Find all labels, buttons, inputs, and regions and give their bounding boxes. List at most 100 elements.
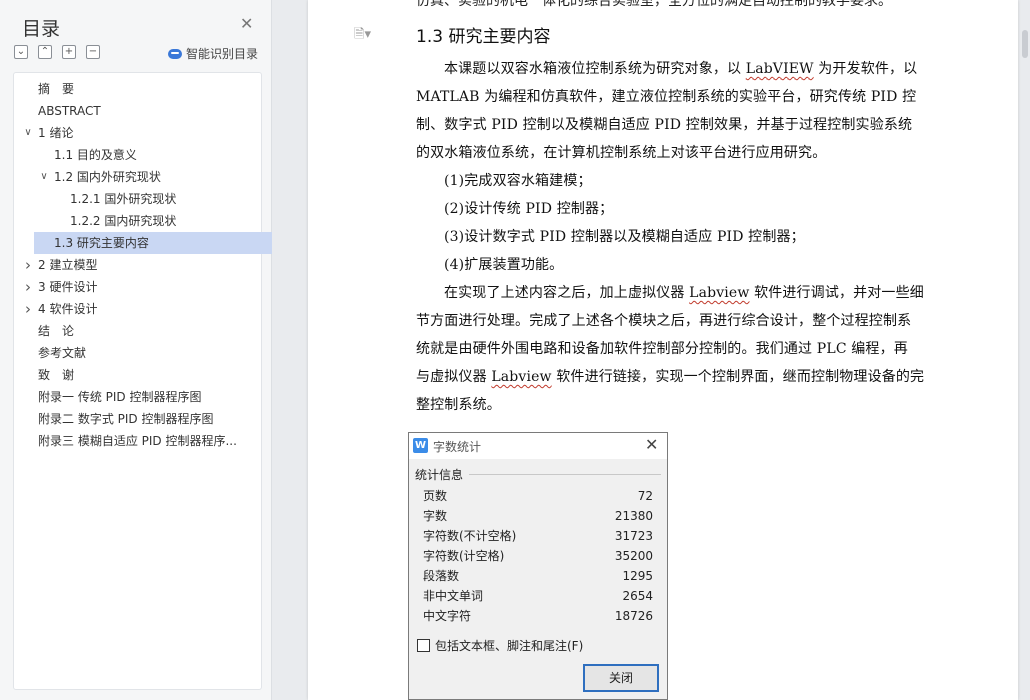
document-text-line: 制、数字式 PID 控制以及模糊自适应 PID 控制效果，并基于过程控制实验系统 <box>416 114 912 134</box>
text-run: 软件进行链接，实现一个控制界面，继而控制物理设备的完 <box>551 369 925 385</box>
chevron-down-icon[interactable]: ∨ <box>22 122 34 144</box>
stat-label: 中文字符 <box>423 609 472 623</box>
toc-item-label: 1.3 研究主要内容 <box>54 236 149 250</box>
toc-item-label: 结 论 <box>38 324 75 338</box>
stat-value: 72 <box>637 489 653 503</box>
text-run: MATLAB 为编程和仿真软件，建立液位控制系统的实验平台，研究传统 PID 控 <box>416 89 917 105</box>
text-run: (2)设计传统 PID 控制器； <box>444 201 614 217</box>
toc-item[interactable]: ∨ 1.2 国内外研究现状 <box>14 166 261 188</box>
stat-value: 1295 <box>622 569 653 583</box>
document-text-line: 在实现了上述内容之后，加上虚拟仪器 Labview 软件进行调试，并对一些细 <box>444 282 924 302</box>
stat-row: 字数 21380 <box>423 506 653 526</box>
toc-item-label: 2 建立模型 <box>38 258 98 272</box>
stat-value: 2654 <box>622 589 653 603</box>
toc-item-label: 1.2.2 国内研究现状 <box>70 214 177 228</box>
dialog-titlebar[interactable]: W 字数统计 ✕ <box>409 433 667 459</box>
toc-item[interactable]: 结 论 <box>14 320 261 342</box>
toc-item[interactable]: 1.1 目的及意义 <box>14 144 261 166</box>
paragraph-menu-icon[interactable]: 🗎▾ <box>354 25 371 47</box>
toc-item[interactable]: › 2 建立模型 <box>14 254 261 276</box>
checkbox-icon[interactable] <box>417 639 430 652</box>
text-run: 本课题以双容水箱液位控制系统为研究对象，以 <box>444 61 746 77</box>
expand-all-icon[interactable]: ⌄ <box>14 45 28 59</box>
text-run: 在实现了上述内容之后，加上虚拟仪器 <box>444 285 690 301</box>
text-run: 整控制系统。 <box>416 397 501 413</box>
smart-toc-label: 智能识别目录 <box>186 47 259 61</box>
toc-item-label: 1.1 目的及意义 <box>54 148 137 162</box>
document-text-line: MATLAB 为编程和仿真软件，建立液位控制系统的实验平台，研究传统 PID 控 <box>416 86 916 106</box>
toc-panel: 目录 ✕ ⌄ ⌃ + − 智能识别目录 摘 要 ABSTRACT ∨ 1 绪论 1.1 目的及… <box>0 0 274 700</box>
scrollbar-thumb[interactable] <box>1022 30 1028 58</box>
collapse-icon[interactable]: ⌃ <box>38 45 52 59</box>
stat-label: 字符数(计空格) <box>423 549 505 563</box>
add-icon[interactable]: + <box>62 45 76 59</box>
toc-item-label: 3 硬件设计 <box>38 280 98 294</box>
toc-item[interactable]: 附录二 数字式 PID 控制器程序图 <box>14 408 261 430</box>
text-run: (4)扩展装置功能。 <box>444 257 564 273</box>
stat-value: 35200 <box>614 549 653 563</box>
document-text-line: 与虚拟仪器 Labview 软件进行链接，实现一个控制界面，继而控制物理设备的完 <box>416 366 924 386</box>
stat-row: 中文字符 18726 <box>423 606 653 626</box>
include-textbox-checkbox[interactable]: 包括文本框、脚注和尾注(F) <box>417 637 583 654</box>
spellcheck-word: Labview <box>491 369 552 385</box>
text-run: (3)设计数字式 PID 控制器以及模糊自适应 PID 控制器； <box>444 229 805 245</box>
stat-label: 字符数(不计空格) <box>423 529 517 543</box>
stat-label: 非中文单词 <box>423 589 484 603</box>
toc-item[interactable]: › 4 软件设计 <box>14 298 261 320</box>
text-run: 为开发软件，以 <box>813 61 918 77</box>
document-text-line: 整控制系统。 <box>416 394 501 414</box>
document-text-line: 的双水箱液位系统，在计算机控制系统上对该平台进行应用研究。 <box>416 142 826 162</box>
toc-list: 摘 要 ABSTRACT ∨ 1 绪论 1.1 目的及意义 ∨ 1.2 国内外研究现状 1.2… <box>13 72 274 690</box>
chevron-down-icon[interactable]: ∨ <box>38 166 50 188</box>
stat-row: 页数 72 <box>423 486 653 506</box>
stat-value: 18726 <box>614 609 653 623</box>
chevron-right-icon[interactable]: › <box>22 276 34 298</box>
spellcheck-word: Labview <box>689 285 750 301</box>
smart-toc-button[interactable]: 智能识别目录 <box>168 45 258 62</box>
stat-value: 31723 <box>614 529 653 543</box>
toc-item[interactable]: 1.2.2 国内研究现状 <box>14 210 261 232</box>
checkbox-label: 包括文本框、脚注和尾注(F) <box>435 639 584 653</box>
stat-row: 字符数(不计空格) 31723 <box>423 526 653 546</box>
close-button[interactable]: 关闭 <box>583 664 659 692</box>
toc-item[interactable]: › 3 硬件设计 <box>14 276 261 298</box>
toc-item[interactable]: 1.2.1 国外研究现状 <box>14 188 261 210</box>
toc-item-label: 1.2 国内外研究现状 <box>54 170 161 184</box>
text-run: 节方面进行处理。完成了上述各个模块之后，再进行综合设计，整个过程控制系 <box>416 313 912 329</box>
document-text-line: (4)扩展装置功能。 <box>444 254 563 274</box>
document-text-line: 统就是由硬件外围电路和设备加软件控制部分控制的。我们通过 PLC 编程，再 <box>416 338 908 358</box>
toc-item[interactable]: 1.3 研究主要内容 <box>34 232 274 254</box>
stat-label: 字数 <box>423 509 448 523</box>
stat-label: 页数 <box>423 489 448 503</box>
toc-item-label: 参考文献 <box>38 346 87 360</box>
toc-close-icon[interactable]: ✕ <box>240 14 253 33</box>
doc-cut-line: 仿真、实验的机电一体化的综合实验室，全方位的满足自动控制的教学要求。 <box>416 0 892 9</box>
dialog-title: 字数统计 <box>433 440 482 454</box>
toc-toolbar: ⌄ ⌃ + − <box>14 45 100 59</box>
spellcheck-word: LabVIEW <box>745 61 814 77</box>
text-run: (1)完成双容水箱建模； <box>444 173 592 189</box>
toc-item[interactable]: 附录一 传统 PID 控制器程序图 <box>14 386 261 408</box>
text-run: 制、数字式 PID 控制以及模糊自适应 PID 控制效果，并基于过程控制实验系统 <box>416 117 913 133</box>
chevron-right-icon[interactable]: › <box>22 298 34 320</box>
text-run: 软件进行调试，并对一些细 <box>749 285 924 301</box>
toc-item[interactable]: ABSTRACT <box>14 100 261 122</box>
stat-row: 非中文单词 2654 <box>423 586 653 606</box>
toc-item[interactable]: 致 谢 <box>14 364 261 386</box>
toc-item[interactable]: 附录三 模糊自适应 PID 控制器程序... <box>14 430 261 452</box>
toc-item-label: 4 软件设计 <box>38 302 98 316</box>
dialog-close-icon[interactable]: ✕ <box>645 435 658 454</box>
stat-row: 段落数 1295 <box>423 566 653 586</box>
toc-item-label: 附录一 传统 PID 控制器程序图 <box>38 390 202 404</box>
chevron-right-icon[interactable]: › <box>22 254 34 276</box>
stat-value: 21380 <box>614 509 653 523</box>
section-heading: 1.3 研究主要内容 <box>416 27 551 47</box>
group-divider <box>469 474 661 475</box>
remove-icon[interactable]: − <box>86 45 100 59</box>
toc-item[interactable]: 摘 要 <box>14 78 261 100</box>
toc-item-label: 附录三 模糊自适应 PID 控制器程序... <box>38 434 237 448</box>
text-run: 的双水箱液位系统，在计算机控制系统上对该平台进行应用研究。 <box>416 145 827 161</box>
toc-item[interactable]: 参考文献 <box>14 342 261 364</box>
toc-item-label: 1 绪论 <box>38 126 74 140</box>
toc-item[interactable]: ∨ 1 绪论 <box>14 122 261 144</box>
